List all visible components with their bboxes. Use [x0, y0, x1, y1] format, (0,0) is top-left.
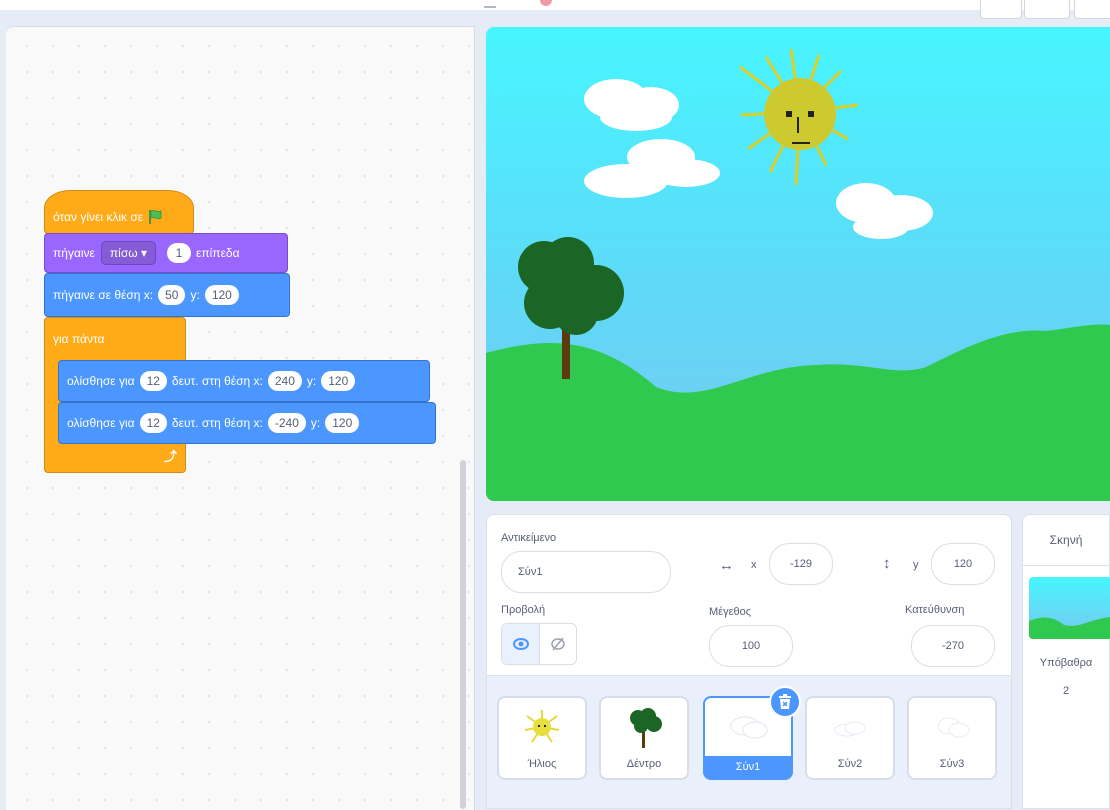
delete-sprite-button[interactable] — [769, 686, 801, 718]
layer-direction-dropdown[interactable]: πίσω ▾ — [100, 241, 156, 265]
sprite-list: Ήλιος Δέντρο Σύν1 Σύν2 Σύν3 — [486, 676, 1012, 809]
cloud-icon — [730, 716, 768, 739]
top-mark — [484, 0, 496, 8]
sprite-tile-label: Σύν2 — [837, 758, 863, 770]
cloud-icon — [834, 721, 866, 737]
forever-label: για πάντα — [53, 332, 105, 346]
stage-panel[interactable]: Σκηνή Υπόβαθρα 2 — [1022, 514, 1110, 809]
size-label: Μέγεθος — [709, 606, 752, 618]
go-to-label: πήγαινε σε θέση x: — [53, 288, 154, 302]
go-to-xy-block[interactable]: πήγαινε σε θέση x: 50 y: 120 — [44, 273, 290, 317]
y-position-icon: ↕ — [883, 555, 891, 572]
visibility-toggle — [501, 623, 577, 665]
stage-title: Σκηνή — [1049, 533, 1083, 547]
backdrop-thumbnail[interactable] — [1029, 577, 1110, 639]
green-flag-icon — [147, 209, 163, 225]
sprite-tile-label: Σύν3 — [939, 758, 965, 770]
glide-block-2[interactable]: ολίσθησε για 12 δευτ. στη θέση x: -240 y… — [58, 402, 436, 444]
y-input[interactable]: 120 — [931, 543, 995, 585]
hat-label: όταν γίνει κλικ σε — [53, 210, 144, 224]
y-label: y — [913, 559, 919, 571]
cloud-icon — [937, 717, 970, 738]
backdrops-count: 2 — [1062, 685, 1070, 697]
sun-icon — [524, 710, 560, 743]
glide-mid-label: δευτ. στη θέση x: — [171, 416, 263, 430]
layers-label: επίπεδα — [196, 246, 240, 260]
top-bar — [0, 0, 1110, 10]
hide-button[interactable] — [540, 624, 576, 664]
x-position-icon: ↔ — [719, 557, 734, 574]
go-layer-block[interactable]: πήγαινε πίσω ▾ 1 επίπεδα — [44, 233, 288, 273]
loop-arrow-icon: ⤴ — [164, 449, 178, 464]
x-input[interactable]: -129 — [769, 543, 833, 585]
show-label: Προβολή — [501, 604, 546, 616]
stage-scene — [486, 48, 1110, 501]
glide-y-input[interactable]: 120 — [321, 371, 356, 391]
small-stage-button[interactable] — [980, 0, 1022, 19]
stage-divider — [1023, 565, 1109, 566]
cloud-sprite-2 — [584, 139, 720, 198]
sprite-label: Αντικείμενο — [501, 532, 557, 544]
trash-icon — [779, 694, 791, 709]
sprite-tile-sun[interactable]: Ήλιος — [497, 696, 587, 780]
x-input[interactable]: 50 — [158, 285, 186, 305]
code-scrollbar[interactable] — [460, 460, 466, 809]
hills — [486, 324, 1110, 501]
size-input[interactable]: 100 — [709, 625, 793, 667]
sun-sprite — [739, 48, 859, 186]
fullscreen-button[interactable] — [1074, 0, 1110, 19]
glide-y-label: y: — [310, 416, 321, 430]
y-label: y: — [190, 288, 200, 302]
y-input[interactable]: 120 — [204, 285, 239, 305]
stage[interactable] — [486, 27, 1110, 501]
glide-secs-input[interactable]: 12 — [139, 413, 167, 433]
sprite-tile-cloud3[interactable]: Σύν3 — [907, 696, 997, 780]
cloud-sprite-3 — [836, 183, 933, 239]
layer-count-input[interactable]: 1 — [167, 243, 191, 263]
direction-input[interactable]: -270 — [911, 625, 995, 667]
sprite-name-input[interactable]: Σύν1 — [501, 551, 671, 593]
glide-label: ολίσθησε για — [67, 374, 135, 388]
large-stage-button[interactable] — [1024, 0, 1070, 19]
sprite-info-panel: Αντικείμενο Σύν1 ↔ x -129 ↕ y 120 Προβολ… — [486, 514, 1012, 676]
sprite-tile-label: Ήλιος — [527, 758, 557, 770]
glide-label: ολίσθησε για — [67, 416, 135, 430]
tree-icon — [630, 708, 662, 748]
cloud-sprite-1 — [584, 79, 679, 131]
sprite-tile-label: Δέντρο — [626, 758, 662, 770]
go-layer-label: πήγαινε — [53, 246, 95, 260]
glide-y-label: y: — [306, 374, 317, 388]
direction-label: Κατεύθυνση — [905, 604, 965, 616]
glide-block-1[interactable]: ολίσθησε για 12 δευτ. στη θέση x: 240 y:… — [58, 360, 430, 402]
eye-icon — [512, 638, 529, 650]
glide-x-input[interactable]: 240 — [267, 371, 302, 391]
x-label: x — [751, 559, 757, 571]
eye-slash-icon — [551, 637, 565, 651]
backdrops-label: Υπόβαθρα — [1039, 657, 1093, 669]
glide-x-input[interactable]: -240 — [267, 413, 306, 433]
when-flag-clicked-block[interactable]: όταν γίνει κλικ σε — [44, 190, 194, 234]
sprite-tile-cloud2[interactable]: Σύν2 — [805, 696, 895, 780]
show-button[interactable] — [502, 624, 541, 664]
sprite-tile-tree[interactable]: Δέντρο — [599, 696, 689, 780]
glide-secs-input[interactable]: 12 — [139, 371, 167, 391]
sprite-tile-label: Σύν1 — [705, 756, 791, 778]
glide-mid-label: δευτ. στη θέση x: — [171, 374, 263, 388]
layer-direction-value: πίσω — [109, 246, 138, 260]
glide-y-input[interactable]: 120 — [325, 413, 360, 433]
